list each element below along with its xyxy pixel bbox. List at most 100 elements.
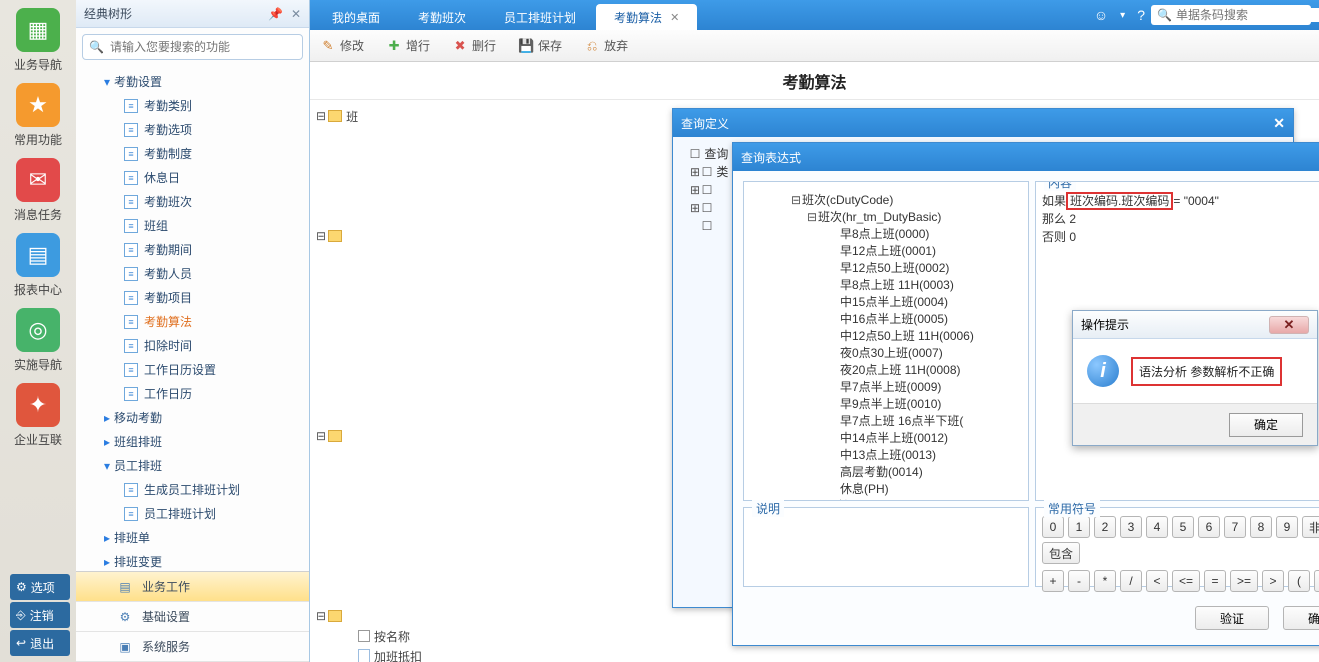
toolbar-del-row[interactable]: ✖删行 bbox=[452, 37, 496, 54]
background-tree[interactable]: ⊟班 ⊟ ⊟ ⊟ 按名称 加班抵扣 结算抵扣 bbox=[316, 106, 616, 662]
tree-leaf[interactable]: ≡考勤人员 bbox=[76, 262, 309, 286]
tree-node-emp-schedule[interactable]: ▾员工排班 bbox=[76, 454, 309, 478]
symbol-button[interactable]: ) bbox=[1314, 570, 1319, 592]
symbol-button[interactable]: ( bbox=[1288, 570, 1310, 592]
tab-shift[interactable]: 考勤班次 bbox=[400, 4, 484, 30]
tab-desktop[interactable]: 我的桌面 bbox=[314, 4, 398, 30]
symbol-button[interactable]: 2 bbox=[1094, 516, 1116, 538]
tree-leaf[interactable]: ≡考勤选项 bbox=[76, 118, 309, 142]
tree-node-schedule-bill[interactable]: ▸排班单 bbox=[76, 526, 309, 550]
symbol-button[interactable]: 8 bbox=[1250, 516, 1272, 538]
tree-leaf[interactable]: ≡班组 bbox=[76, 214, 309, 238]
help-icon[interactable]: ? bbox=[1137, 7, 1145, 23]
dialog-header[interactable]: 查询表达式✕ bbox=[733, 143, 1319, 171]
schema-leaf[interactable]: 中13点上班(0013) bbox=[750, 447, 1022, 464]
rail-item-reports[interactable]: ▤报表中心 bbox=[6, 233, 70, 298]
symbol-button[interactable]: >= bbox=[1230, 570, 1258, 592]
schema-leaf[interactable]: 夜0点30上班(0007) bbox=[750, 345, 1022, 362]
schema-leaf[interactable]: 中16点半上班(0005) bbox=[750, 311, 1022, 328]
nav-tree[interactable]: ▾考勤设置 ≡考勤类别≡考勤选项≡考勤制度≡休息日≡考勤班次≡班组≡考勤期间≡考… bbox=[76, 66, 309, 571]
toolbar-save[interactable]: 💾保存 bbox=[518, 37, 562, 54]
symbol-button[interactable]: 5 bbox=[1172, 516, 1194, 538]
symbol-button[interactable]: * bbox=[1094, 570, 1116, 592]
tab-algorithm[interactable]: 考勤算法✕ bbox=[596, 4, 697, 30]
schema-leaf[interactable]: 早7点半上班(0009) bbox=[750, 379, 1022, 396]
tree-leaf[interactable]: ≡考勤算法 bbox=[76, 310, 309, 334]
symbol-button[interactable]: 9 bbox=[1276, 516, 1298, 538]
bottom-tab-work[interactable]: ▤业务工作 bbox=[76, 572, 309, 602]
ok-button[interactable]: 确定 bbox=[1229, 413, 1303, 437]
rail-item-messages[interactable]: ✉消息任务 bbox=[6, 158, 70, 223]
close-icon[interactable]: ✕ bbox=[291, 7, 301, 21]
tree-leaf[interactable]: ≡考勤制度 bbox=[76, 142, 309, 166]
tree-node-mobile[interactable]: ▸移动考勤 bbox=[76, 406, 309, 430]
schema-leaf[interactable]: 夜20点上班 11H(0008) bbox=[750, 362, 1022, 379]
schema-leaf[interactable]: 休息(PH) bbox=[750, 481, 1022, 498]
symbol-button[interactable]: = bbox=[1204, 570, 1226, 592]
symbol-button[interactable]: 7 bbox=[1224, 516, 1246, 538]
symbol-button[interactable]: + bbox=[1042, 570, 1064, 592]
tree-leaf[interactable]: ≡考勤班次 bbox=[76, 190, 309, 214]
symbol-button[interactable]: 3 bbox=[1120, 516, 1142, 538]
schema-leaf[interactable]: 早12点上班(0001) bbox=[750, 243, 1022, 260]
symbol-button[interactable]: <= bbox=[1172, 570, 1200, 592]
dialog-header[interactable]: 查询定义✕ bbox=[673, 109, 1293, 137]
pin-icon[interactable]: 📌 bbox=[268, 7, 283, 21]
bottom-tab-basic[interactable]: ⚙基础设置 bbox=[76, 602, 309, 632]
barcode-search-input[interactable] bbox=[1176, 8, 1319, 22]
tree-leaf[interactable]: ≡考勤类别 bbox=[76, 94, 309, 118]
schema-leaf[interactable]: 早8点上班 11H(0003) bbox=[750, 277, 1022, 294]
symbol-button[interactable]: 非 bbox=[1302, 516, 1319, 538]
symbol-button[interactable]: 1 bbox=[1068, 516, 1090, 538]
chevron-down-icon[interactable]: ▾ bbox=[1120, 10, 1125, 21]
bottom-tab-system[interactable]: ▣系统服务 bbox=[76, 632, 309, 662]
schema-leaf[interactable]: 中14点半上班(0012) bbox=[750, 430, 1022, 447]
toolbar-discard[interactable]: ⎌放弃 bbox=[584, 37, 628, 54]
symbol-button[interactable]: 4 bbox=[1146, 516, 1168, 538]
rail-item-implement[interactable]: ◎实施导航 bbox=[6, 308, 70, 373]
schema-leaf[interactable]: 高层考勤(0014) bbox=[750, 464, 1022, 481]
symbol-button[interactable]: 6 bbox=[1198, 516, 1220, 538]
symbol-button[interactable]: 0 bbox=[1042, 516, 1064, 538]
verify-button[interactable]: 验证 bbox=[1195, 606, 1269, 630]
tree-leaf[interactable]: ≡考勤项目 bbox=[76, 286, 309, 310]
tab-plan[interactable]: 员工排班计划 bbox=[486, 4, 594, 30]
smiley-icon[interactable]: ☺ bbox=[1094, 7, 1108, 23]
schema-leaf[interactable]: 早8点上班(0000) bbox=[750, 226, 1022, 243]
rail-exit[interactable]: ↩退出 bbox=[10, 630, 70, 656]
rail-options[interactable]: ⚙选项 bbox=[10, 574, 70, 600]
close-icon[interactable]: ✕ bbox=[1273, 115, 1285, 132]
schema-leaf[interactable]: 中15点半上班(0004) bbox=[750, 294, 1022, 311]
tree-leaf[interactable]: ≡扣除时间 bbox=[76, 334, 309, 358]
rail-logout[interactable]: ⎆注销 bbox=[10, 602, 70, 628]
toolbar-add-row[interactable]: ✚增行 bbox=[386, 37, 430, 54]
close-icon[interactable]: ✕ bbox=[670, 11, 679, 24]
tree-node-attendance-settings[interactable]: ▾考勤设置 bbox=[76, 70, 309, 94]
tree-leaf[interactable]: ≡工作日历 bbox=[76, 382, 309, 406]
tree-leaf[interactable]: ≡考勤期间 bbox=[76, 238, 309, 262]
schema-tree[interactable]: ⊟班次(cDutyCode) ⊟班次(hr_tm_DutyBasic) 早8点上… bbox=[743, 181, 1029, 501]
symbol-button[interactable]: < bbox=[1146, 570, 1168, 592]
close-button[interactable]: ✕ bbox=[1269, 316, 1309, 334]
rail-item-favorites[interactable]: ★常用功能 bbox=[6, 83, 70, 148]
tree-leaf-emp-schedule[interactable]: ≡员工排班计划 bbox=[76, 502, 309, 526]
toolbar-edit[interactable]: ✎修改 bbox=[320, 37, 364, 54]
schema-leaf[interactable]: 中12点50上班 11H(0006) bbox=[750, 328, 1022, 345]
schema-leaf[interactable]: 早9点半上班(0010) bbox=[750, 396, 1022, 413]
tree-leaf-gen-schedule[interactable]: ≡生成员工排班计划 bbox=[76, 478, 309, 502]
tree-node-group-schedule[interactable]: ▸班组排班 bbox=[76, 430, 309, 454]
message-header[interactable]: 操作提示✕ bbox=[1073, 311, 1317, 339]
symbol-button[interactable]: > bbox=[1262, 570, 1284, 592]
symbol-button[interactable]: 包含 bbox=[1042, 542, 1080, 564]
tree-node-schedule-change[interactable]: ▸排班变更 bbox=[76, 550, 309, 571]
rail-item-biznav[interactable]: ▦业务导航 bbox=[6, 8, 70, 73]
symbol-button[interactable]: - bbox=[1068, 570, 1090, 592]
tree-leaf[interactable]: ≡工作日历设置 bbox=[76, 358, 309, 382]
ok-button[interactable]: 确定 bbox=[1283, 606, 1319, 630]
tree-leaf[interactable]: ≡休息日 bbox=[76, 166, 309, 190]
symbol-button[interactable]: / bbox=[1120, 570, 1142, 592]
rail-item-enterprise[interactable]: ✦企业互联 bbox=[6, 383, 70, 448]
tree-search-input[interactable] bbox=[110, 40, 296, 54]
checkbox[interactable] bbox=[358, 630, 370, 642]
schema-leaf[interactable]: 早12点50上班(0002) bbox=[750, 260, 1022, 277]
